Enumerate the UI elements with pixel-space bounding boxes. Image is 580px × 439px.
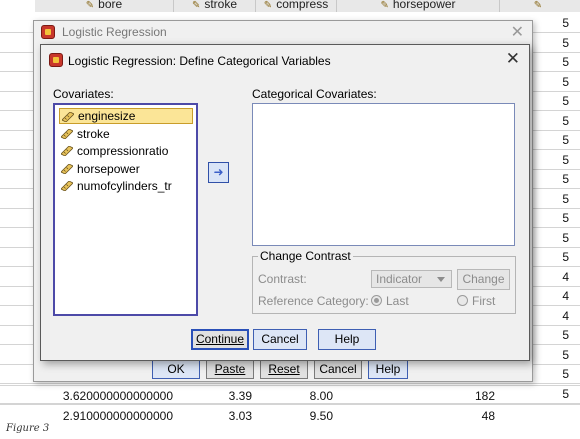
first-radio-label: First [472,294,496,308]
column-header-bore[interactable]: ✎ bore [35,0,174,12]
row-divider [0,404,580,405]
covariates-label: Covariates: [53,87,114,101]
covariate-label: numofcylinders_tr [77,179,172,193]
ruler-scale-icon [61,146,73,156]
table-cell[interactable]: 5 [555,231,569,245]
cell-bore-row2[interactable]: 2.910000000000000 [40,409,173,423]
row-divider [0,383,580,384]
outer-dialog-title: Logistic Regression [62,25,167,39]
cell-stroke-row2[interactable]: 3.03 [174,409,252,423]
help-button[interactable]: Help [368,359,408,379]
cell-bore-row1[interactable]: 3.620000000000000 [40,389,173,403]
covariate-item[interactable]: horsepower [59,161,144,177]
paste-button[interactable]: Paste [206,359,254,379]
define-categorical-dialog: Logistic Regression: Define Categorical … [40,44,530,361]
table-cell[interactable]: 5 [555,75,569,89]
change-button[interactable]: Change [457,269,510,290]
ruler-scale-icon [61,181,73,191]
covariate-label: stroke [77,126,110,141]
table-cell[interactable]: 5 [555,153,569,167]
contrast-label: Contrast: [258,272,307,286]
column-header-horsepower[interactable]: ✎ horsepower [337,0,500,12]
last-radio[interactable] [371,295,382,306]
arrow-right-icon: ➜ [213,165,224,179]
row-divider [0,385,580,386]
table-cell[interactable]: 5 [555,328,569,342]
inner-help-button[interactable]: Help [318,329,376,350]
table-cell[interactable]: 5 [555,133,569,147]
continue-button[interactable]: Continue [191,329,249,350]
ruler-scale-icon: ✎ [191,0,201,11]
table-cell[interactable]: 5 [555,55,569,69]
cell-stroke-row1[interactable]: 3.39 [174,389,252,403]
table-cell[interactable]: 5 [555,250,569,264]
ruler-scale-icon [62,112,74,122]
table-cell[interactable]: 5 [555,16,569,30]
cell-horsepower-row2[interactable]: 48 [337,409,495,423]
table-cell[interactable]: 5 [555,387,569,401]
categorical-covariates-label: Categorical Covariates: [252,87,377,101]
table-cell[interactable]: 5 [555,36,569,50]
table-cell[interactable]: 4 [555,309,569,323]
reset-button[interactable]: Reset [260,359,308,379]
inner-dialog-title: Logistic Regression: Define Categorical … [68,54,331,68]
ruler-scale-icon [61,163,73,174]
cancel-button[interactable]: Cancel [314,359,362,379]
column-header-next[interactable]: ✎ [500,0,580,12]
outer-title-bar: Logistic Regression ✕ [34,21,532,43]
covariate-label: horsepower [77,161,140,176]
covariate-item[interactable]: compressionratio [59,143,172,159]
covariate-item[interactable]: stroke [59,126,114,142]
cell-horsepower-row1[interactable]: 182 [337,389,495,403]
table-cell[interactable]: 5 [555,172,569,186]
table-cell[interactable]: 5 [555,94,569,108]
ruler-scale-icon: ✎ [85,0,95,11]
categorical-covariates-list[interactable] [252,103,515,246]
contrast-select[interactable]: Indicator [371,270,452,288]
column-header-compress[interactable]: ✎ compress [256,0,337,12]
table-cell[interactable]: 4 [555,270,569,284]
cell-compress-row2[interactable]: 9.50 [256,409,333,423]
figure-caption: Figure 3 [6,423,50,434]
first-radio[interactable] [457,295,468,306]
covariate-item[interactable]: numofcylinders_tr [59,178,176,194]
ruler-scale-icon: ✎ [380,0,389,11]
spss-app-icon [41,25,55,39]
ruler-scale-icon [61,128,73,139]
ruler-scale-icon: ✎ [533,0,543,11]
dropdown-caret-icon [437,277,445,282]
close-icon[interactable]: ✕ [506,49,520,69]
last-radio-label: Last [386,294,409,308]
column-header-stroke[interactable]: ✎ stroke [174,0,256,12]
table-cell[interactable]: 5 [555,192,569,206]
cell-compress-row1[interactable]: 8.00 [256,389,333,403]
table-cell[interactable]: 4 [555,289,569,303]
inner-cancel-button[interactable]: Cancel [253,329,307,350]
table-cell[interactable]: 5 [555,367,569,381]
spss-app-icon [49,53,63,67]
close-icon[interactable]: ✕ [511,22,524,42]
change-contrast-group: Change Contrast Contrast: Indicator Chan… [252,249,516,314]
change-contrast-title: Change Contrast [258,249,353,263]
covariate-item[interactable]: enginesize [59,108,193,124]
covariate-label: compressionratio [77,144,169,158]
covariate-label: enginesize [78,109,136,123]
table-cell[interactable]: 5 [555,348,569,362]
table-cell[interactable]: 5 [555,211,569,225]
ok-button[interactable]: OK [152,359,200,379]
move-right-button[interactable]: ➜ [208,162,229,183]
table-cell[interactable]: 5 [555,114,569,128]
covariates-list[interactable]: enginesize stroke compressionratio horsepow… [53,103,198,316]
ruler-scale-icon: ✎ [263,0,273,11]
reference-category-label: Reference Category: [258,294,369,308]
